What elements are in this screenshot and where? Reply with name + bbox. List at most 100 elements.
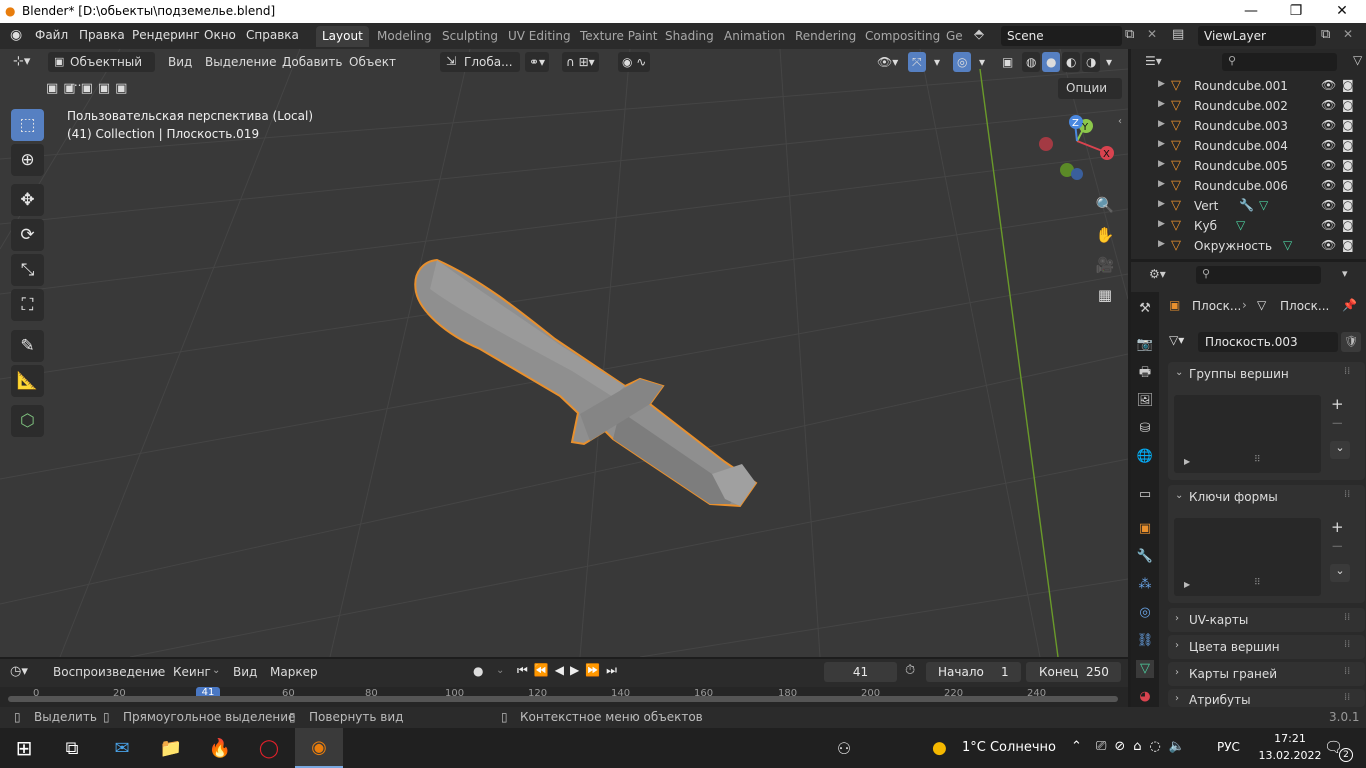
start-frame-field[interactable]: Начало 1: [926, 662, 1021, 682]
outliner-search-input[interactable]: [1222, 53, 1337, 71]
blender-menu-icon[interactable]: ◉: [10, 27, 22, 43]
expand-icon[interactable]: ▶: [1158, 239, 1165, 249]
tab-texture-paint[interactable]: Texture Paint: [574, 26, 663, 47]
drag-handle-icon[interactable]: ⁞⁞: [1344, 639, 1350, 650]
collection-tab-icon[interactable]: ▭: [1136, 486, 1154, 504]
add-shape-key-button[interactable]: +: [1331, 518, 1344, 536]
view-layer-field[interactable]: ViewLayer: [1198, 26, 1316, 46]
outliner-row[interactable]: ▶ ▽ Roundcube.005 👁 ◙: [1131, 156, 1366, 176]
list-expand-icon[interactable]: ▶: [1184, 457, 1190, 466]
scene-icon[interactable]: ⬘: [974, 27, 984, 42]
annotate-tool[interactable]: ✎: [11, 330, 44, 362]
menu-help[interactable]: Справка: [246, 28, 299, 42]
eye-icon[interactable]: 👁: [1321, 178, 1336, 192]
face-maps-panel[interactable]: › Карты граней ⁞⁞: [1168, 662, 1365, 686]
panel-expand-icon[interactable]: ›: [1175, 693, 1179, 704]
scale-tool[interactable]: ⤡: [11, 254, 44, 286]
outliner-row[interactable]: ▶ ▽ Roundcube.003 👁 ◙: [1131, 116, 1366, 136]
list-expand-icon[interactable]: ▶: [1184, 580, 1190, 589]
scene-tab-icon[interactable]: ⛁: [1136, 420, 1154, 438]
material-tab-icon[interactable]: ◕: [1136, 688, 1154, 706]
marker-menu[interactable]: Маркер: [270, 665, 318, 679]
opera-icon[interactable]: ◯: [245, 728, 293, 768]
mesh-name-field[interactable]: Плоскость.003: [1198, 332, 1338, 352]
eye-icon[interactable]: 👁: [1321, 78, 1336, 92]
tray-icons[interactable]: ⎚⊘⌂◌🔈: [1096, 739, 1193, 754]
properties-editor-type-icon[interactable]: ⚙▾: [1149, 267, 1166, 281]
expand-icon[interactable]: ▶: [1158, 179, 1165, 189]
rendered-shading-icon[interactable]: ◑: [1082, 52, 1101, 72]
remove-view-layer-icon[interactable]: ✕: [1343, 27, 1353, 41]
vertex-colors-title[interactable]: Цвета вершин: [1189, 640, 1280, 654]
menu-view[interactable]: Вид: [164, 52, 196, 72]
uv-maps-panel[interactable]: › UV-карты ⁞⁞: [1168, 608, 1365, 632]
expand-icon[interactable]: ▶: [1158, 219, 1165, 229]
timeline-editor-icon[interactable]: ◷▾: [10, 664, 28, 679]
eye-icon[interactable]: 👁: [1321, 198, 1336, 212]
record-icon[interactable]: ●: [473, 664, 483, 678]
transform-tool[interactable]: ⛶: [11, 289, 44, 321]
outliner-row[interactable]: ▶ ▽ Roundcube.004 👁 ◙: [1131, 136, 1366, 156]
fake-user-icon[interactable]: 🛡: [1341, 332, 1361, 352]
editor-type-icon[interactable]: ⊹▾: [9, 52, 34, 72]
render-camera-icon[interactable]: ◙: [1342, 98, 1354, 112]
menu-window[interactable]: Окно: [204, 28, 236, 42]
render-camera-icon[interactable]: ◙: [1342, 238, 1354, 252]
mesh-browse-icon[interactable]: ▽▾: [1169, 333, 1184, 347]
tab-uv-editing[interactable]: UV Editing: [502, 26, 577, 47]
render-camera-icon[interactable]: ◙: [1342, 138, 1354, 152]
vertex-groups-title[interactable]: Группы вершин: [1189, 367, 1289, 381]
drag-handle-icon[interactable]: ⁞⁞: [1344, 489, 1350, 500]
modifier-tab-icon[interactable]: 🔧: [1136, 548, 1154, 566]
drag-handle-icon[interactable]: ⁞⁞: [1344, 666, 1350, 677]
zoom-icon[interactable]: 🔍: [1093, 193, 1117, 217]
stopwatch-icon[interactable]: ⏱: [905, 663, 915, 678]
list-resize-icon[interactable]: ⠿: [1254, 578, 1261, 588]
camera-icon[interactable]: 🎥: [1093, 253, 1117, 277]
timeline-scrollbar[interactable]: [8, 696, 1118, 702]
file-explorer-icon[interactable]: 📁: [147, 728, 195, 768]
panel-expand-icon[interactable]: ›: [1175, 613, 1179, 624]
pin-icon[interactable]: 📌: [1342, 298, 1357, 312]
gizmo-neg-z[interactable]: [1071, 168, 1083, 180]
clock-time[interactable]: 17:21: [1266, 732, 1314, 745]
shape-keys-title[interactable]: Ключи формы: [1189, 490, 1278, 504]
input-language[interactable]: РУС: [1217, 740, 1240, 754]
outliner-row[interactable]: ▶ ▽ Roundcube.006 👁 ◙: [1131, 176, 1366, 196]
drag-handle-icon[interactable]: ⁞⁞: [1344, 612, 1350, 623]
tab-compositing[interactable]: Compositing: [859, 26, 946, 47]
tool-tab-icon[interactable]: ⚒: [1136, 300, 1154, 318]
eye-icon[interactable]: 👁: [1321, 118, 1336, 132]
timeline-view-menu[interactable]: Вид: [233, 665, 257, 679]
tray-chevron-icon[interactable]: ⌃: [1071, 739, 1082, 754]
gizmo-neg-x[interactable]: [1039, 137, 1053, 151]
output-tab-icon[interactable]: 🖶: [1136, 364, 1154, 382]
select-box-tool[interactable]: ⬚: [11, 109, 44, 141]
blender-taskbar-icon[interactable]: ◉: [295, 728, 343, 768]
rotate-tool[interactable]: ⟳: [11, 219, 44, 251]
expand-icon[interactable]: ▶: [1158, 119, 1165, 129]
shape-key-specials-icon[interactable]: ⌄: [1330, 564, 1350, 582]
eye-icon[interactable]: 👁: [1321, 158, 1336, 172]
outliner-row[interactable]: ▶ ▽ Roundcube.002 👁 ◙: [1131, 96, 1366, 116]
expand-icon[interactable]: ▶: [1158, 159, 1165, 169]
tab-overflow[interactable]: Ge: [940, 26, 969, 47]
material-shading-icon[interactable]: ◐: [1062, 52, 1081, 72]
vertex-colors-panel[interactable]: › Цвета вершин ⁞⁞: [1168, 635, 1365, 659]
tab-animation[interactable]: Animation: [718, 26, 791, 47]
windows-start-icon[interactable]: ⊞: [0, 728, 48, 768]
outliner-row[interactable]: ▶ ▽ Куб ▽ 👁 ◙: [1131, 216, 1366, 236]
remove-vertex-group-button[interactable]: −: [1331, 414, 1344, 432]
panel-collapse-icon[interactable]: ⌄: [1175, 490, 1183, 501]
wireframe-shading-icon[interactable]: ◍: [1022, 52, 1041, 72]
pan-hand-icon[interactable]: ✋: [1093, 223, 1117, 247]
expand-icon[interactable]: ▶: [1158, 99, 1165, 109]
render-camera-icon[interactable]: ◙: [1342, 158, 1354, 172]
navigation-gizmo[interactable]: X Y Z: [1030, 115, 1120, 187]
view-layer-tab-icon[interactable]: 🖼: [1136, 392, 1154, 410]
menu-render[interactable]: Рендеринг: [132, 28, 200, 42]
3d-viewport[interactable]: ⊹▾ Объектный ... ▣ Вид Выделение Добавит…: [0, 49, 1128, 657]
properties-options-icon[interactable]: ▾: [1342, 267, 1348, 280]
current-frame-field[interactable]: 41: [824, 662, 897, 682]
measure-tool[interactable]: 📐: [11, 365, 44, 397]
